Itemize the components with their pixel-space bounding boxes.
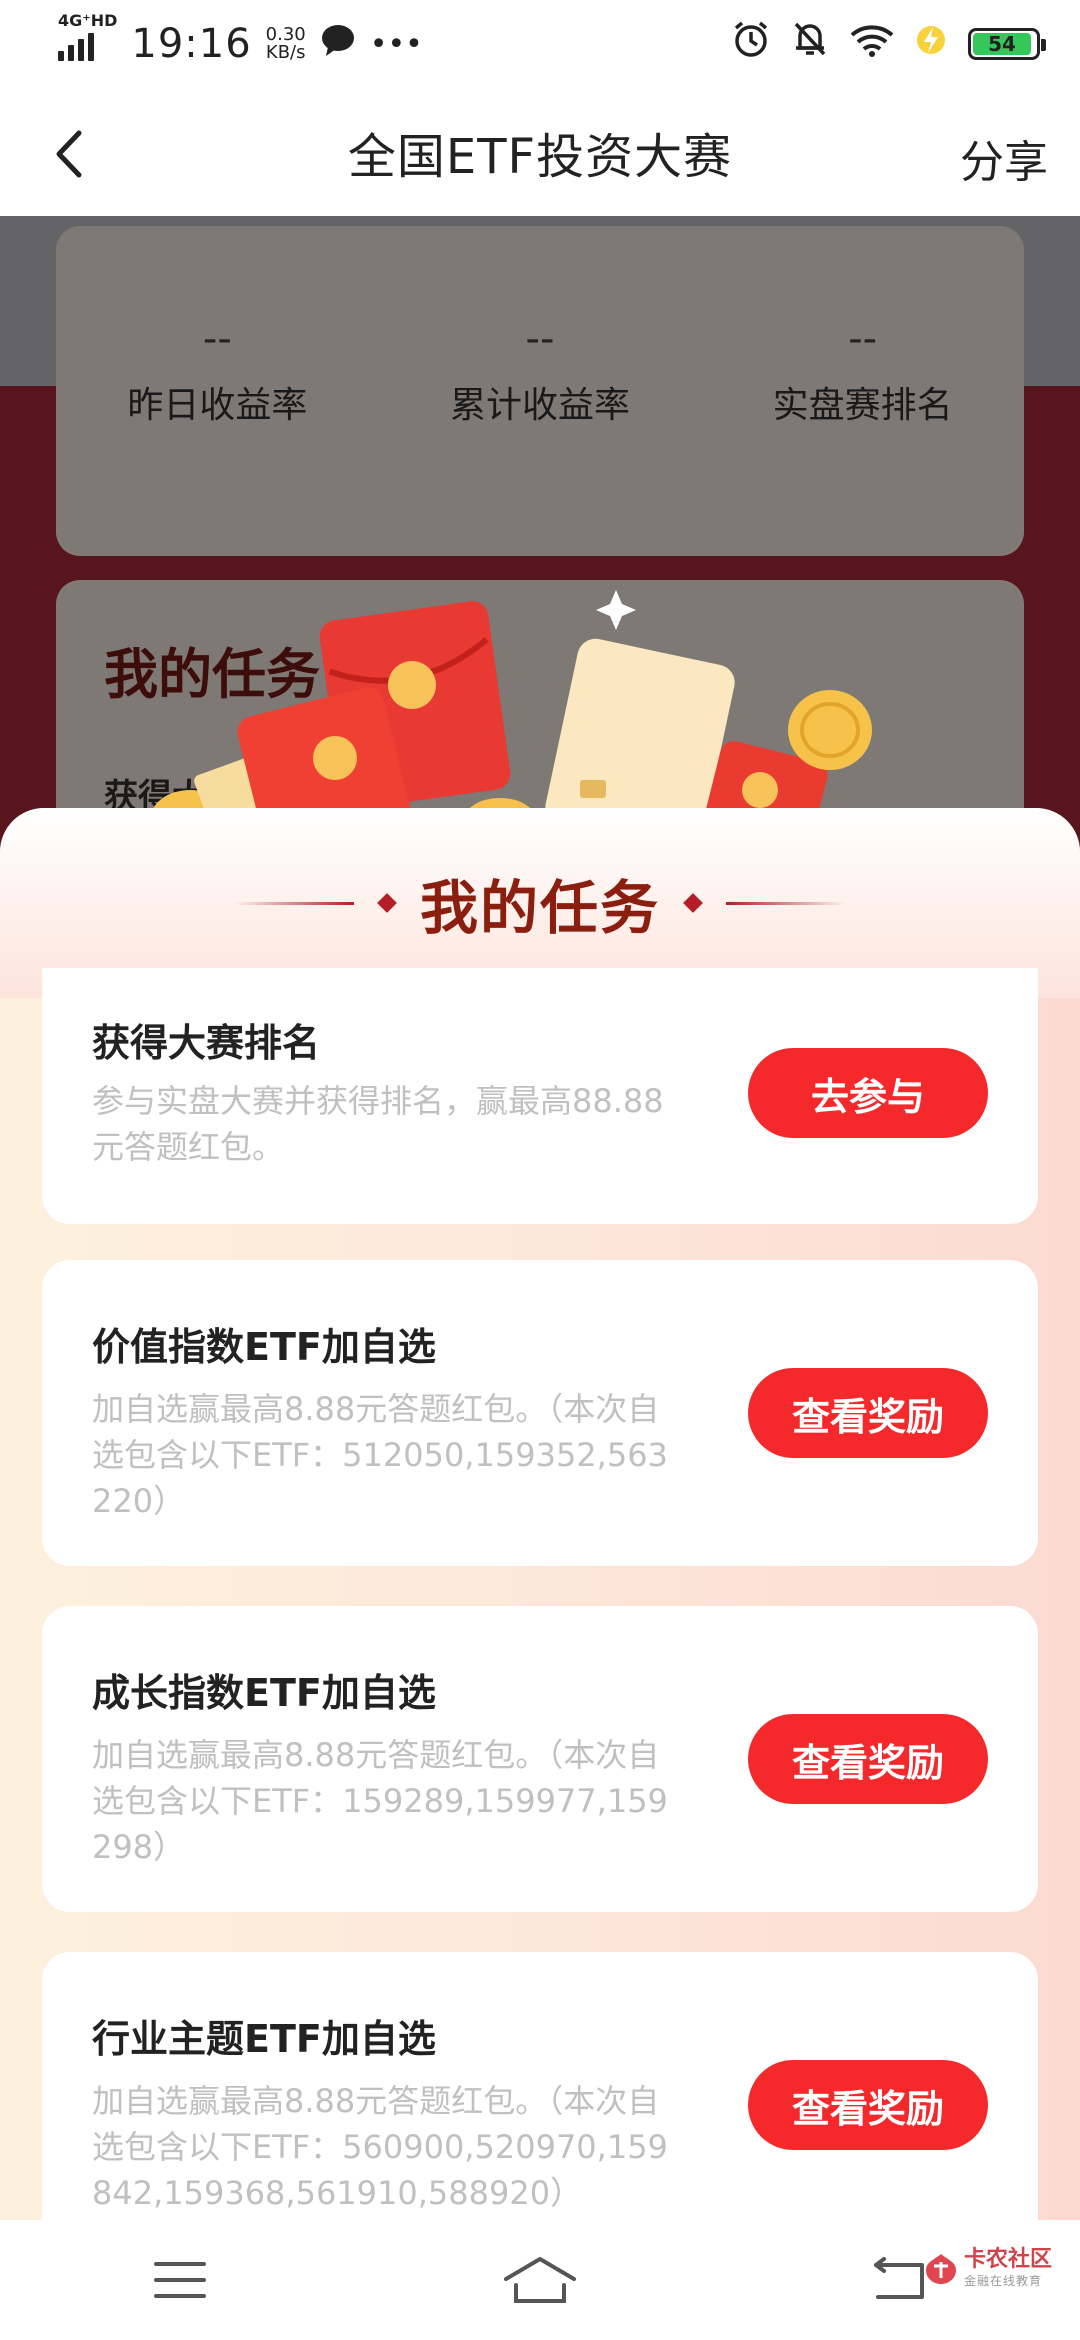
sheet-title: 我的任务 — [419, 874, 660, 942]
menu-icon — [154, 2262, 206, 2298]
decor-line-left — [233, 901, 354, 905]
more-notifications-icon: ••• — [369, 26, 423, 62]
menu-button[interactable] — [120, 2240, 240, 2320]
task-card-value-etf: 价值指数ETF加自选 加自选赢最高8.88元答题红包。（本次自选包含以下ETF：… — [42, 1260, 1038, 1566]
task-description: 加自选赢最高8.88元答题红包。（本次自选包含以下ETF：512050,1593… — [92, 1390, 668, 1520]
home-button[interactable] — [480, 2240, 600, 2320]
task-card-ranking: 获得大赛排名 参与实盘大赛并获得排名，赢最高88.88元答题红包。 去参与 — [42, 968, 1038, 1224]
status-right: 54 — [732, 20, 1046, 68]
return-icon — [874, 2257, 924, 2299]
battery-icon: 54 — [968, 28, 1046, 60]
join-button[interactable]: 去参与 — [748, 1048, 988, 1138]
battery-level: 54 — [973, 32, 1031, 56]
task-description: 加自选赢最高8.88元答题红包。（本次自选包含以下ETF：560900,5209… — [92, 2082, 668, 2212]
diamond-icon — [377, 893, 397, 913]
signal-group: 4G⁺HD — [58, 13, 117, 61]
view-reward-button[interactable]: 查看奖励 — [748, 2060, 988, 2150]
speed-unit: KB/s — [265, 42, 306, 63]
tasks-bottom-sheet: 我的任务 获得大赛排名 参与实盘大赛并获得排名，赢最高88.88元答题红包。 去… — [0, 808, 1080, 2220]
task-name: 获得大赛排名 — [92, 1021, 321, 1065]
task-description: 加自选赢最高8.88元答题红包。（本次自选包含以下ETF：159289,1599… — [92, 1736, 668, 1866]
back-button[interactable] — [38, 124, 98, 184]
wifi-icon — [850, 21, 894, 67]
network-type: 4G⁺HD — [58, 11, 118, 30]
chevron-left-icon — [56, 130, 82, 178]
network-speed: 0.30 KB/s — [266, 26, 306, 62]
mute-bell-icon — [792, 20, 828, 68]
status-left: 4G⁺HD 19:16 0.30 KB/s ••• — [58, 13, 423, 67]
task-name: 价值指数ETF加自选 — [92, 1325, 436, 1369]
view-reward-button[interactable]: 查看奖励 — [748, 1368, 988, 1458]
watermark-sub: 金融在线教育 — [963, 2274, 1042, 2288]
kanong-logo-icon — [925, 2253, 956, 2284]
task-name: 行业主题ETF加自选 — [92, 2017, 436, 2061]
task-name: 成长指数ETF加自选 — [92, 1671, 436, 1715]
watermark: 卡农社区 金融在线教育 — [924, 2248, 1052, 2289]
system-nav-bar — [0, 2220, 1080, 2340]
chat-bubble-icon — [320, 21, 356, 67]
home-icon — [504, 2257, 576, 2303]
page-title: 全国ETF投资大赛 — [347, 129, 733, 185]
alarm-icon — [732, 20, 770, 68]
decor-line-right — [726, 901, 846, 905]
task-card-sector-etf: 行业主题ETF加自选 加自选赢最高8.88元答题红包。（本次自选包含以下ETF：… — [42, 1952, 1038, 2220]
task-description: 参与实盘大赛并获得排名，赢最高88.88元答题红包。 — [92, 1082, 664, 1166]
signal-icon — [58, 31, 94, 61]
watermark-name: 卡农社区 — [963, 2247, 1052, 2272]
task-card-growth-etf: 成长指数ETF加自选 加自选赢最高8.88元答题红包。（本次自选包含以下ETF：… — [42, 1606, 1038, 1912]
title-bar: 全国ETF投资大赛 分享 — [0, 88, 1080, 216]
share-button[interactable]: 分享 — [960, 126, 1048, 190]
view-reward-button[interactable]: 查看奖励 — [748, 1714, 988, 1804]
charging-icon — [916, 21, 946, 67]
status-bar: 4G⁺HD 19:16 0.30 KB/s ••• 54 — [0, 0, 1080, 88]
diamond-icon — [683, 893, 703, 913]
clock: 19:16 — [131, 21, 252, 67]
